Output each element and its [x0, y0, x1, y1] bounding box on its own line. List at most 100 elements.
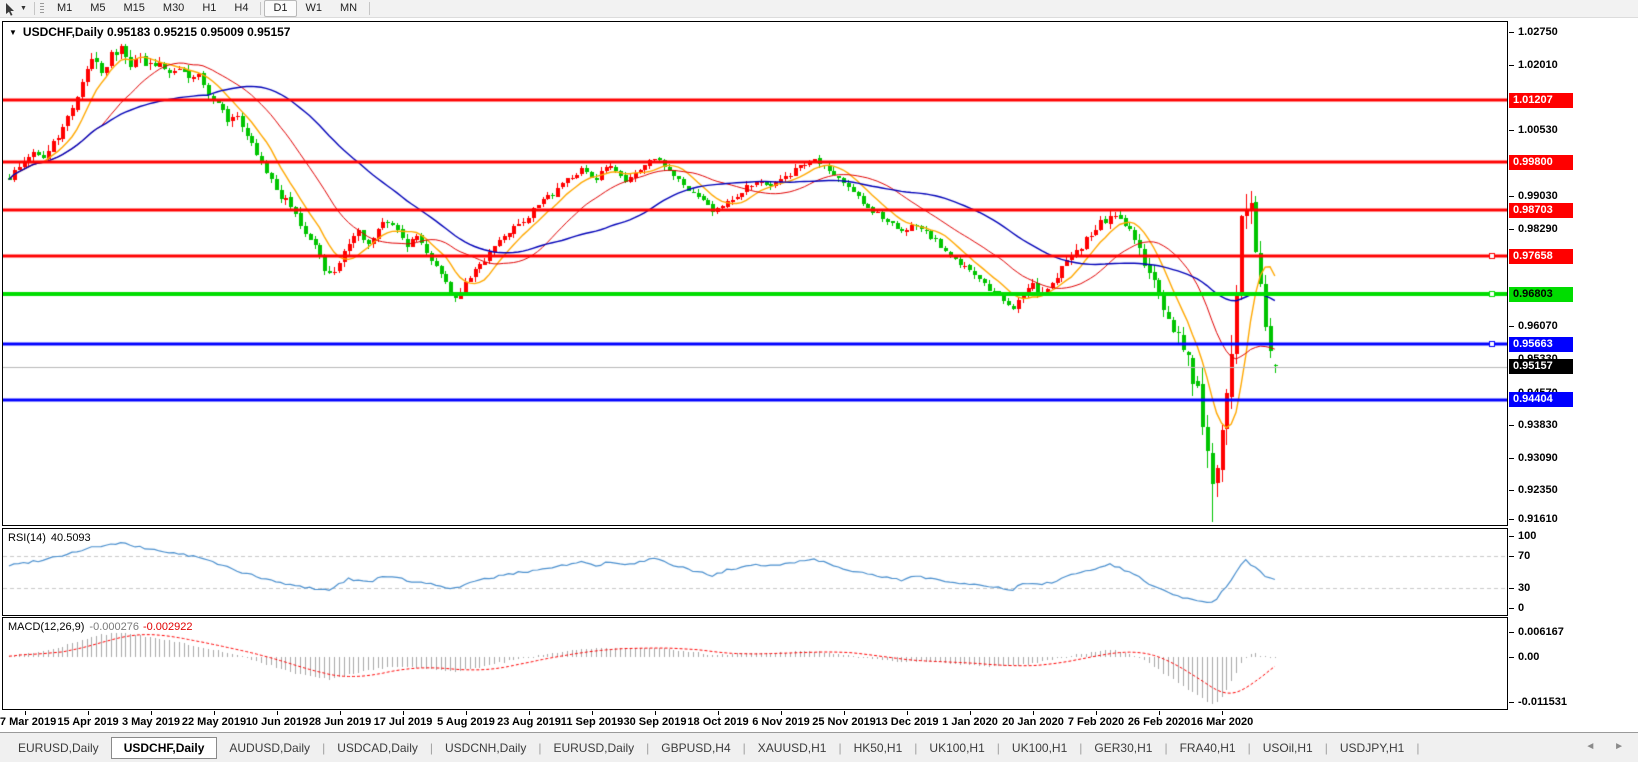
date-label: 3 May 2019	[121, 716, 181, 728]
chart-tab-audusd[interactable]: AUDUSD,Daily	[217, 737, 322, 759]
chart-tab-usdjpy[interactable]: USDJPY,H1	[1328, 737, 1416, 759]
cursor-dropdown-icon[interactable]: ▼	[20, 5, 27, 12]
chart-cursor-icon[interactable]	[2, 1, 20, 16]
tab-separator: |	[1416, 740, 1420, 755]
chart-tab-eurusd[interactable]: EURUSD,Daily	[541, 737, 646, 759]
rsi-scale-tick: 30	[1509, 580, 1530, 596]
price-tick: 1.00530	[1509, 122, 1558, 138]
chart-tab-hk50[interactable]: HK50,H1	[842, 737, 915, 759]
date-label: 1 Jan 2020	[942, 716, 998, 728]
date-label: 18 Oct 2019	[687, 716, 749, 728]
macd-scale-tick: 0.00	[1509, 649, 1539, 665]
date-label: 28 Jun 2019	[308, 716, 372, 728]
date-label: 22 May 2019	[181, 716, 247, 728]
time-tick	[844, 711, 845, 715]
date-label: 13 Dec 2019	[875, 716, 939, 728]
time-tick	[88, 711, 89, 715]
chart-tab-ger30[interactable]: GER30,H1	[1082, 737, 1164, 759]
price-chart-pane[interactable]: ▼ USDCHF,Daily 0.95183 0.95215 0.95009 0…	[2, 21, 1508, 526]
toolbar-separator	[33, 2, 35, 15]
time-tick	[1159, 711, 1160, 715]
candlestick-chart-canvas[interactable]	[3, 22, 1507, 525]
date-label: 16 Mar 2020	[1190, 716, 1254, 728]
timeframe-button-m1[interactable]: M1	[48, 0, 81, 17]
macd-scale-tick: 0.006167	[1509, 624, 1564, 640]
chart-collapse-icon[interactable]: ▼	[9, 28, 17, 37]
price-tick: 0.96070	[1509, 318, 1558, 334]
chart-tab-usoil[interactable]: USOil,H1	[1251, 737, 1325, 759]
price-level-badge: 0.96803	[1509, 286, 1573, 302]
toolbar-separator	[369, 2, 371, 15]
rsi-value: 40.5093	[50, 532, 91, 544]
price-tick: 0.93090	[1509, 450, 1558, 466]
time-tick	[340, 711, 341, 715]
macd-value: -0.000276	[89, 621, 139, 633]
chart-symbol-label: USDCHF,Daily	[22, 25, 104, 39]
macd-canvas[interactable]	[3, 618, 1507, 709]
macd-indicator-pane[interactable]: MACD(12,26,9) -0.000276 -0.002922	[2, 617, 1508, 710]
date-label: 11 Sep 2019	[560, 716, 624, 728]
price-level-badge: 1.01207	[1509, 92, 1573, 108]
chart-tab-usdchf-active[interactable]: USDCHF,Daily	[110, 736, 218, 759]
time-tick	[1033, 711, 1034, 715]
date-label: 20 Jan 2020	[1002, 716, 1064, 728]
date-label: 30 Sep 2019	[623, 716, 687, 728]
time-axis: 27 Mar 2019 15 Apr 2019 3 May 2019 22 May 2…	[0, 711, 1508, 731]
date-label: 15 Apr 2019	[57, 716, 119, 728]
price-tick: 0.92350	[1509, 482, 1558, 498]
timeframe-button-d1[interactable]: D1	[264, 0, 297, 17]
rsi-canvas[interactable]	[3, 529, 1507, 615]
time-tick	[718, 711, 719, 715]
chart-ohlc-values: 0.95183 0.95215 0.95009 0.95157	[106, 25, 291, 39]
tab-scroll-arrows[interactable]: ◄ ►	[1585, 741, 1632, 752]
timeframe-button-h1[interactable]: H1	[193, 0, 225, 17]
timeframe-button-m15[interactable]: M15	[115, 0, 154, 17]
macd-label: MACD(12,26,9) -0.000276 -0.002922	[8, 621, 193, 633]
price-tick: 0.93830	[1509, 417, 1558, 433]
time-tick	[529, 711, 530, 715]
timeframe-button-m30[interactable]: M30	[154, 0, 193, 17]
time-tick	[403, 711, 404, 715]
date-label: 23 Aug 2019	[497, 716, 561, 728]
mt4-window: ▼ M1 M5 M15 M30 H1 H4 D1 W1 MN ▼ USDCHF,Daily 0.…	[0, 0, 1638, 762]
price-level-badge: 0.94404	[1509, 392, 1573, 408]
timeframe-button-mn[interactable]: MN	[331, 0, 366, 17]
chart-tab-gbpusd[interactable]: GBPUSD,H4	[649, 737, 742, 759]
rsi-scale-tick: 100	[1509, 528, 1536, 544]
rsi-indicator-pane[interactable]: RSI(14) 40.5093	[2, 528, 1508, 616]
chart-tab-fra40[interactable]: FRA40,H1	[1168, 737, 1248, 759]
chart-tab-xauusd[interactable]: XAUUSD,H1	[746, 737, 839, 759]
price-level-badge: 0.95663	[1509, 336, 1573, 352]
toolbar-grip[interactable]	[39, 2, 44, 15]
price-level-badge: 0.99800	[1509, 154, 1573, 170]
chart-tab-uk100[interactable]: UK100,H1	[917, 737, 996, 759]
timeframe-button-h4[interactable]: H4	[225, 0, 257, 17]
price-tick: 0.91610	[1509, 511, 1558, 527]
macd-name: MACD(12,26,9)	[8, 621, 85, 633]
timeframe-toolbar: ▼ M1 M5 M15 M30 H1 H4 D1 W1 MN	[0, 0, 1638, 18]
rsi-name: RSI(14)	[8, 532, 46, 544]
macd-signal-value: -0.002922	[142, 621, 193, 633]
chart-tab-usdcad[interactable]: USDCAD,Daily	[325, 737, 430, 759]
price-tick: 1.02750	[1509, 24, 1558, 40]
chart-tab-usdcnh[interactable]: USDCNH,Daily	[433, 737, 538, 759]
date-label: 7 Feb 2020	[1067, 716, 1125, 728]
chart-tab-uk100[interactable]: UK100,H1	[1000, 737, 1079, 759]
timeframe-button-w1[interactable]: W1	[297, 0, 332, 17]
time-tick	[151, 711, 152, 715]
date-label: 10 Jun 2019	[245, 716, 309, 728]
toolbar-separator	[260, 2, 262, 15]
price-axis: 1.027501.020101.005300.990300.982900.975…	[1509, 0, 1638, 732]
chart-tab-bar: EURUSD,Daily USDCHF,Daily AUDUSD,Daily | USD…	[0, 732, 1638, 762]
date-label: 5 Aug 2019	[437, 716, 495, 728]
timeframe-buttons: M1 M5 M15 M30 H1 H4 D1 W1 MN	[48, 0, 373, 17]
price-tick: 0.99030	[1509, 188, 1558, 204]
macd-scale-tick: -0.011531	[1509, 694, 1567, 710]
date-label: 17 Jul 2019	[373, 716, 433, 728]
rsi-label: RSI(14) 40.5093	[8, 532, 91, 544]
time-tick	[1222, 711, 1223, 715]
rsi-scale-tick: 0	[1509, 600, 1524, 616]
timeframe-button-m5[interactable]: M5	[81, 0, 114, 17]
chart-tab-eurusd[interactable]: EURUSD,Daily	[6, 737, 111, 759]
chart-title: ▼ USDCHF,Daily 0.95183 0.95215 0.95009 0…	[9, 25, 290, 39]
